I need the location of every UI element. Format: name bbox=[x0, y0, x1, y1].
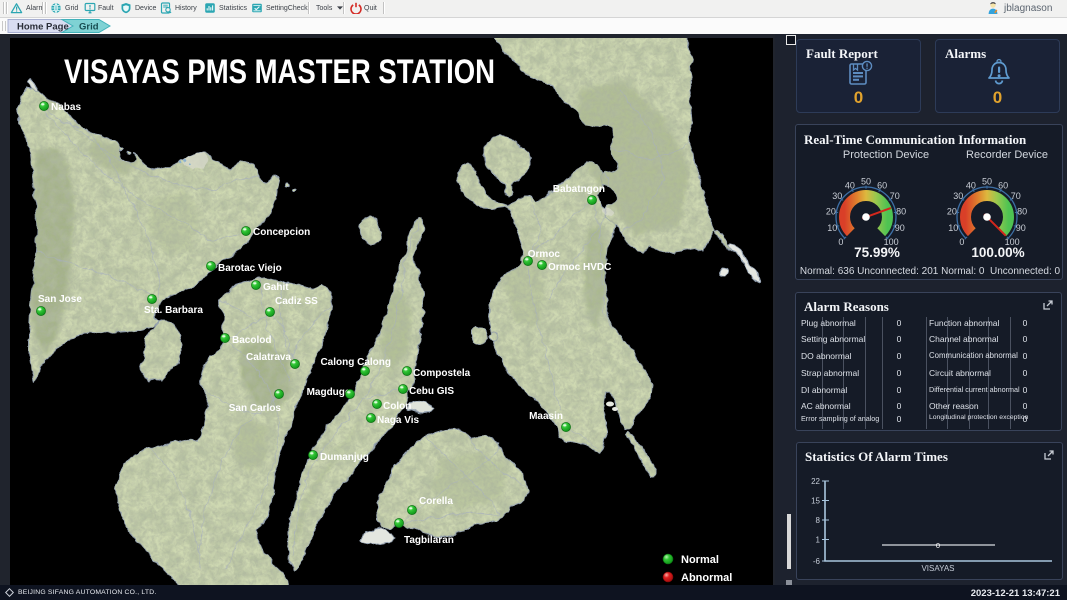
svg-text:Colon: Colon bbox=[383, 401, 411, 412]
svg-text:Naga Vis: Naga Vis bbox=[377, 415, 419, 426]
svg-text:40: 40 bbox=[966, 180, 976, 190]
svg-text:Corella: Corella bbox=[419, 496, 453, 507]
svg-text:50: 50 bbox=[982, 177, 992, 187]
svg-text:20: 20 bbox=[826, 206, 836, 216]
svg-text:VISAYAS PMS MASTER STATION: VISAYAS PMS MASTER STATION bbox=[64, 53, 495, 91]
svg-text:90: 90 bbox=[895, 223, 905, 233]
svg-text:Normal: Normal bbox=[681, 554, 719, 566]
svg-text:Barotac Viejo: Barotac Viejo bbox=[218, 263, 282, 274]
svg-text:80: 80 bbox=[896, 206, 906, 216]
svg-text:22: 22 bbox=[811, 477, 820, 486]
svg-text:90: 90 bbox=[1016, 223, 1026, 233]
svg-text:Ormoc HVDC: Ormoc HVDC bbox=[548, 262, 611, 273]
svg-text:70: 70 bbox=[890, 191, 900, 201]
svg-text:Calong Calong: Calong Calong bbox=[320, 357, 391, 368]
svg-text:100.00%: 100.00% bbox=[971, 245, 1024, 260]
svg-text:Calatrava: Calatrava bbox=[246, 352, 291, 363]
svg-text:15: 15 bbox=[811, 497, 820, 506]
svg-text:Grid: Grid bbox=[79, 22, 99, 33]
svg-text:8: 8 bbox=[816, 516, 821, 525]
svg-text:40: 40 bbox=[845, 180, 855, 190]
svg-text:10: 10 bbox=[948, 223, 958, 233]
svg-text:10: 10 bbox=[827, 223, 837, 233]
svg-text:80: 80 bbox=[1017, 206, 1027, 216]
svg-text:Compostela: Compostela bbox=[413, 368, 471, 379]
svg-text:Gahit: Gahit bbox=[263, 282, 289, 293]
svg-text:1: 1 bbox=[816, 536, 821, 545]
svg-text:60: 60 bbox=[877, 180, 887, 190]
svg-text:70: 70 bbox=[1011, 191, 1021, 201]
svg-text:Ormoc: Ormoc bbox=[528, 249, 561, 260]
svg-text:Concepcion: Concepcion bbox=[253, 227, 310, 238]
svg-text:30: 30 bbox=[953, 191, 963, 201]
svg-text:Home Page: Home Page bbox=[17, 22, 69, 33]
svg-text:Maasin: Maasin bbox=[529, 411, 563, 422]
svg-text:Tagbilaran: Tagbilaran bbox=[404, 535, 454, 546]
svg-text:Nabas: Nabas bbox=[51, 102, 81, 113]
svg-text:Babatngon: Babatngon bbox=[553, 184, 605, 195]
svg-text:0: 0 bbox=[838, 237, 843, 247]
svg-text:Cadiz SS: Cadiz SS bbox=[275, 296, 318, 307]
svg-text:San Carlos: San Carlos bbox=[229, 403, 282, 414]
svg-text:Cebu GIS: Cebu GIS bbox=[409, 386, 454, 397]
svg-text:20: 20 bbox=[947, 206, 957, 216]
svg-text:Bacolod: Bacolod bbox=[232, 335, 271, 346]
svg-text:VISAYAS: VISAYAS bbox=[921, 564, 954, 573]
svg-text:0: 0 bbox=[959, 237, 964, 247]
svg-text:50: 50 bbox=[861, 177, 871, 187]
svg-text:-6: -6 bbox=[813, 557, 821, 566]
svg-text:75.99%: 75.99% bbox=[854, 245, 900, 260]
svg-text:Sta. Barbara: Sta. Barbara bbox=[144, 305, 203, 316]
svg-text:60: 60 bbox=[998, 180, 1008, 190]
svg-text:Dumanjug: Dumanjug bbox=[320, 452, 369, 463]
svg-text:Abnormal: Abnormal bbox=[681, 572, 732, 584]
svg-text:0: 0 bbox=[936, 541, 940, 550]
svg-text:San Jose: San Jose bbox=[38, 294, 82, 305]
svg-text:Magdugo: Magdugo bbox=[307, 387, 351, 398]
svg-text:30: 30 bbox=[832, 191, 842, 201]
